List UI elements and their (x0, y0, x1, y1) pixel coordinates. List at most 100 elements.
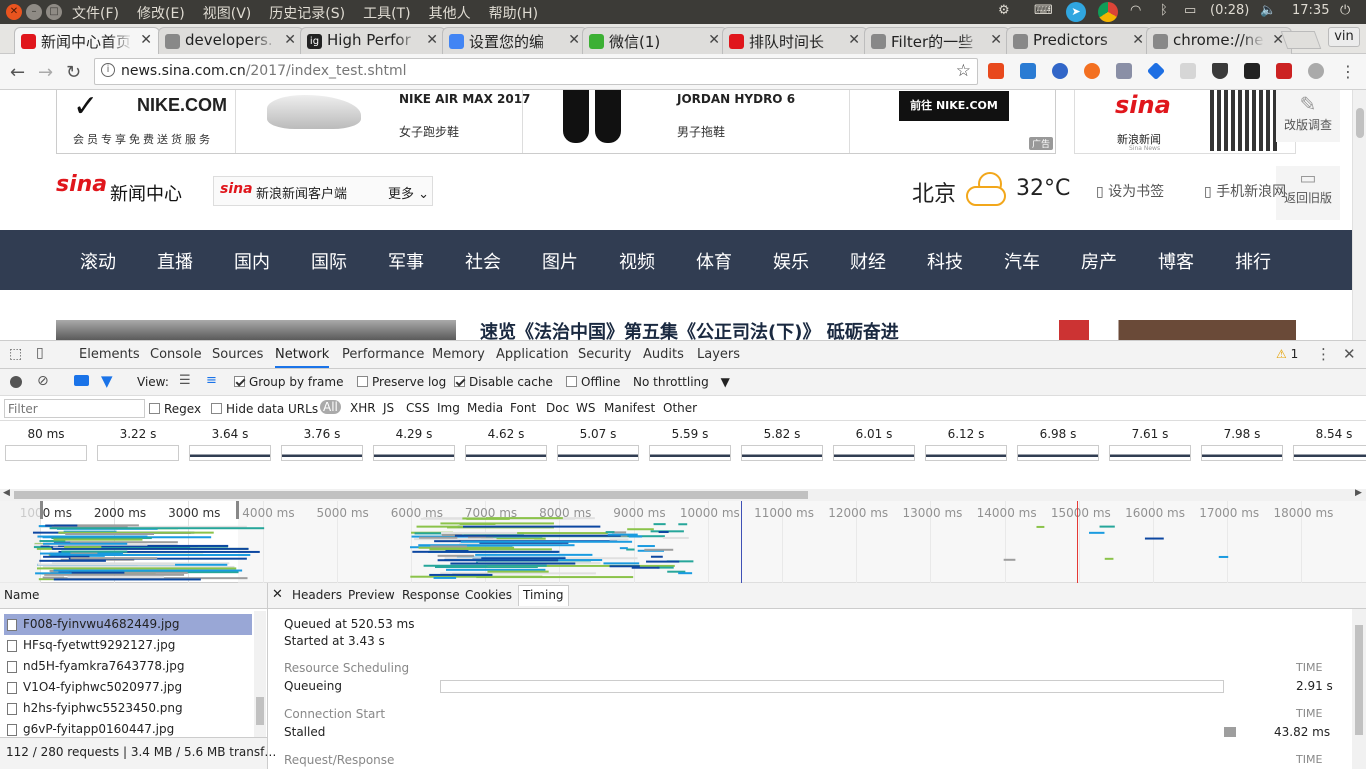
nav-item[interactable]: 视频 (619, 248, 655, 274)
browser-tab[interactable]: 微信(1) ✕ (582, 27, 728, 54)
type-filter-img[interactable]: Img (437, 401, 460, 415)
filter-input[interactable] (4, 399, 145, 418)
nav-item[interactable]: 排行 (1235, 248, 1271, 274)
extension-icon[interactable] (1276, 63, 1292, 79)
name-header[interactable]: Name (0, 583, 267, 609)
request-list-scrollbar[interactable] (254, 611, 266, 739)
screenshot-thumbnail[interactable] (1109, 445, 1191, 461)
pocket-extension-icon[interactable] (1212, 63, 1228, 79)
bluetooth-tray-icon[interactable]: ᛒ (1160, 3, 1168, 18)
headline-image[interactable] (56, 320, 456, 340)
type-filter-css[interactable]: CSS (406, 401, 430, 415)
screenshot-thumbnail[interactable] (833, 445, 915, 461)
close-tab-icon[interactable]: ✕ (1132, 32, 1144, 48)
nav-item[interactable]: 国内 (234, 248, 270, 274)
info-icon[interactable]: i (101, 63, 115, 77)
screenshot-thumbnail[interactable] (465, 445, 547, 461)
type-filter-media[interactable]: Media (467, 401, 503, 415)
nav-item[interactable]: 博客 (1158, 248, 1194, 274)
keyboard-tray-icon[interactable]: ⌨ (1034, 3, 1053, 18)
screenshot-thumbnail[interactable] (1017, 445, 1099, 461)
new-tab-button[interactable] (1280, 31, 1322, 49)
devtools-tab-elements[interactable]: Elements (79, 347, 140, 362)
url-field[interactable]: i news.sina.com.cn/2017/index_test.shtml… (94, 58, 978, 85)
capture-screenshots-icon[interactable] (74, 375, 89, 386)
nav-item[interactable]: 滚动 (80, 248, 116, 274)
list-view-icon[interactable]: ☰ (179, 373, 191, 388)
detail-tab-response[interactable]: Response (402, 588, 460, 602)
group-by-frame-checkbox[interactable]: Group by frame (234, 375, 343, 389)
chrome-tray-icon[interactable] (1098, 2, 1118, 22)
type-filter-ws[interactable]: WS (576, 401, 595, 415)
nav-item[interactable]: 军事 (388, 248, 424, 274)
settings-tray-icon[interactable]: ⚙ (998, 3, 1010, 18)
extension-icon[interactable] (1180, 63, 1196, 79)
detail-scroll-thumb[interactable] (1355, 625, 1363, 735)
sina-logo[interactable]: sina (56, 172, 107, 197)
nav-item[interactable]: 图片 (542, 248, 578, 274)
bookmark-link[interactable]: ▯ 设为书签 (1096, 181, 1164, 201)
nav-item[interactable]: 汽车 (1004, 248, 1040, 274)
request-row[interactable]: V1O4-fyiphwc5020977.jpg (4, 677, 252, 698)
close-detail-icon[interactable]: ✕ (272, 587, 283, 602)
throttling-select[interactable]: No throttling ▼ (633, 375, 730, 389)
battery-icon[interactable]: ▭ (1184, 3, 1196, 18)
devtools-tab-security[interactable]: Security (578, 347, 631, 362)
volume-tray-icon[interactable]: 🔈 (1260, 3, 1276, 18)
warnings-indicator[interactable]: ⚠ 1 (1276, 347, 1298, 361)
screenshot-thumbnail[interactable] (741, 445, 823, 461)
nav-item[interactable]: 体育 (696, 248, 732, 274)
type-filter-xhr[interactable]: XHR (350, 401, 376, 415)
page-scroll-thumb[interactable] (1356, 108, 1364, 138)
request-row[interactable]: F008-fyinvwu4682449.jpg (4, 614, 252, 635)
close-devtools-icon[interactable]: ✕ (1343, 345, 1356, 363)
request-row[interactable]: nd5H-fyamkra7643778.jpg (4, 656, 252, 677)
devtools-tab-performance[interactable]: Performance (342, 347, 424, 362)
wifi-tray-icon[interactable]: ◠ (1130, 3, 1141, 18)
screenshot-thumbnail[interactable] (373, 445, 455, 461)
screenshot-thumbnail[interactable] (5, 445, 87, 461)
extension-icon[interactable] (1146, 61, 1166, 81)
preserve-log-checkbox[interactable]: Preserve log (357, 375, 446, 389)
nav-item[interactable]: 娱乐 (773, 248, 809, 274)
browser-tab[interactable]: Filter的一些 ✕ (864, 27, 1010, 54)
browser-tab[interactable]: Predictors ✕ (1006, 27, 1152, 54)
type-filter-doc[interactable]: Doc (546, 401, 569, 415)
devtools-menu-icon[interactable]: ⋮ (1316, 345, 1331, 363)
menu-item[interactable]: 修改(E) (137, 3, 185, 23)
nav-item[interactable]: 国际 (311, 248, 347, 274)
close-tab-icon[interactable]: ✕ (284, 32, 296, 48)
screenshot-thumbnail[interactable] (189, 445, 271, 461)
telegram-tray-icon[interactable]: ➤ (1066, 2, 1086, 22)
nav-item[interactable]: 直播 (157, 248, 193, 274)
survey-button[interactable]: ✎ 改版调查 (1276, 90, 1340, 142)
screenshot-thumbnail[interactable] (97, 445, 179, 461)
devtools-tab-sources[interactable]: Sources (212, 347, 263, 362)
type-filter-font[interactable]: Font (510, 401, 536, 415)
filmstrip-scrollbar[interactable]: ◀ ▶ (0, 488, 1366, 501)
filter-icon[interactable]: ▼ (101, 372, 113, 390)
browser-tab[interactable]: developers. ✕ (158, 27, 304, 54)
extension-icon[interactable] (1116, 63, 1132, 79)
menu-item[interactable]: 文件(F) (72, 3, 119, 23)
devtools-tab-audits[interactable]: Audits (643, 347, 684, 362)
menu-item[interactable]: 其他人 (429, 3, 471, 23)
extension-icon[interactable] (1244, 63, 1260, 79)
overview-timeline[interactable]: 1000 ms2000 ms3000 ms4000 ms5000 ms6000 … (0, 501, 1366, 583)
back-icon[interactable]: ← (10, 62, 25, 83)
nav-item[interactable]: 财经 (850, 248, 886, 274)
screenshot-thumbnail[interactable] (557, 445, 639, 461)
waterfall-view-icon[interactable]: ≡ (206, 373, 217, 388)
screenshot-thumbnail[interactable] (925, 445, 1007, 461)
browser-tab[interactable]: ig High Perfor ✕ (300, 27, 446, 54)
extension-icon[interactable] (1084, 63, 1100, 79)
nav-item[interactable]: 房产 (1081, 248, 1117, 274)
type-filter-all[interactable]: All (320, 400, 341, 414)
detail-tab-preview[interactable]: Preview (348, 588, 395, 602)
screenshot-thumbnail[interactable] (281, 445, 363, 461)
menu-item[interactable]: 帮助(H) (489, 3, 538, 23)
browser-tab[interactable]: chrome://ne ✕ (1146, 27, 1292, 54)
close-tab-icon[interactable]: ✕ (990, 32, 1002, 48)
office-extension-icon[interactable] (988, 63, 1004, 79)
extension-icon[interactable] (1020, 63, 1036, 79)
